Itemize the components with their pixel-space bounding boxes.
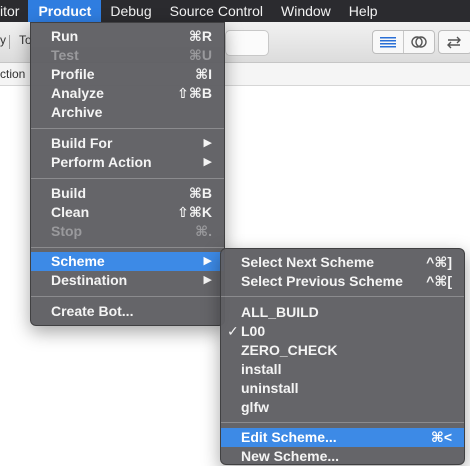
- checkmark-icon: ✓: [227, 323, 239, 339]
- menu-item-label: uninstall: [241, 380, 299, 396]
- menu-item-build[interactable]: Build ⌘B: [31, 184, 224, 203]
- menu-item-scheme-all-build[interactable]: ALL_BUILD: [221, 303, 464, 322]
- submenu-arrow-icon: ▶: [203, 255, 212, 267]
- menu-item-create-bot[interactable]: Create Bot...: [31, 302, 224, 321]
- menu-item-label: ALL_BUILD: [241, 304, 319, 320]
- menu-item-select-previous-scheme[interactable]: Select Previous Scheme ^⌘[: [221, 272, 464, 291]
- menu-item-label: Test: [51, 47, 79, 63]
- menu-item-scheme-glfw[interactable]: glfw: [221, 398, 464, 417]
- menu-item-label: Stop: [51, 223, 83, 239]
- align-lines-icon: [380, 37, 396, 48]
- menu-item-label: Run: [51, 28, 79, 44]
- menu-item-shortcut: ⇧⌘K: [177, 204, 212, 220]
- menu-item-shortcut: ⌘B: [188, 185, 212, 201]
- navigator-text-fragment: ction: [0, 67, 26, 81]
- version-editor-control: [438, 30, 470, 54]
- menu-item-shortcut: ⌘.: [195, 223, 212, 239]
- menu-item-select-next-scheme[interactable]: Select Next Scheme ^⌘]: [221, 253, 464, 272]
- menu-item-scheme-install[interactable]: install: [221, 360, 464, 379]
- toolbar-divider: [9, 35, 10, 49]
- menu-item-shortcut: ⇧⌘B: [177, 85, 212, 101]
- menu-item-new-scheme[interactable]: New Scheme...: [221, 447, 464, 466]
- menu-item-label: Select Previous Scheme: [241, 273, 403, 289]
- version-editor-button[interactable]: [439, 31, 469, 53]
- menu-item-label: Create Bot...: [51, 303, 134, 319]
- submenu-arrow-icon: ▶: [203, 137, 212, 149]
- menu-separator: [221, 422, 464, 423]
- menu-product[interactable]: Product: [28, 0, 102, 22]
- submenu-arrow-icon: ▶: [203, 156, 212, 168]
- assistant-circles-icon: [411, 36, 427, 48]
- menu-item-shortcut: ⌘I: [195, 66, 212, 82]
- menu-item-label: New Scheme...: [241, 448, 340, 464]
- menu-debug[interactable]: Debug: [101, 0, 160, 22]
- menu-source-control[interactable]: Source Control: [161, 0, 272, 22]
- menu-item-label: glfw: [241, 399, 269, 415]
- menu-item-label: Destination: [51, 272, 128, 288]
- standard-editor-button[interactable]: [373, 31, 403, 53]
- menu-item-label: ZERO_CHECK: [241, 342, 338, 358]
- menu-item-scheme[interactable]: Scheme ▶: [31, 252, 224, 271]
- menu-item-scheme-zero-check[interactable]: ZERO_CHECK: [221, 341, 464, 360]
- menu-editor[interactable]: itor: [0, 0, 28, 22]
- menu-item-label: Build For: [51, 135, 113, 151]
- menu-item-perform-action[interactable]: Perform Action ▶: [31, 153, 224, 172]
- menu-item-label: Clean: [51, 204, 90, 220]
- menu-item-destination[interactable]: Destination ▶: [31, 271, 224, 290]
- menu-item-shortcut: ⌘R: [188, 28, 212, 44]
- assistant-editor-button[interactable]: [403, 31, 434, 53]
- menu-item-scheme-uninstall[interactable]: uninstall: [221, 379, 464, 398]
- menu-window[interactable]: Window: [272, 0, 340, 22]
- menu-item-run[interactable]: Run ⌘R: [31, 27, 224, 46]
- swap-arrows-icon: [447, 36, 461, 49]
- menu-item-label: Perform Action: [51, 154, 152, 170]
- menu-item-shortcut: ^⌘[: [426, 273, 452, 289]
- menu-item-archive[interactable]: Archive: [31, 103, 224, 122]
- scheme-submenu: Select Next Scheme ^⌘] Select Previous S…: [220, 248, 465, 465]
- menu-separator: [31, 296, 224, 297]
- menu-item-shortcut: ^⌘]: [426, 254, 452, 270]
- menu-item-label: Archive: [51, 104, 103, 120]
- editor-mode-control: [372, 30, 435, 54]
- menu-bar: itor Product Debug Source Control Window…: [0, 0, 470, 22]
- menu-separator: [31, 247, 224, 248]
- menu-item-build-for[interactable]: Build For ▶: [31, 134, 224, 153]
- submenu-arrow-icon: ▶: [203, 274, 212, 286]
- menu-item-shortcut: ⌘<: [430, 429, 452, 445]
- menu-item-scheme-l00[interactable]: ✓ L00: [221, 322, 464, 341]
- menu-item-analyze[interactable]: Analyze ⇧⌘B: [31, 84, 224, 103]
- menu-separator: [221, 296, 464, 297]
- menu-item-label: Profile: [51, 66, 95, 82]
- menu-item-label: Build: [51, 185, 86, 201]
- menu-item-label: Select Next Scheme: [241, 254, 375, 270]
- menu-item-label: L00: [241, 323, 266, 339]
- activity-view: [225, 30, 269, 56]
- menu-item-label: Scheme: [51, 253, 105, 269]
- menu-item-label: Edit Scheme...: [241, 429, 337, 445]
- menu-help[interactable]: Help: [340, 0, 387, 22]
- menu-item-test: Test ⌘U: [31, 46, 224, 65]
- scheme-selector-fragment[interactable]: y: [0, 33, 6, 47]
- menu-item-label: install: [241, 361, 282, 377]
- menu-item-shortcut: ⌘U: [188, 47, 212, 63]
- menu-item-edit-scheme[interactable]: Edit Scheme... ⌘<: [221, 428, 464, 447]
- menu-item-clean[interactable]: Clean ⇧⌘K: [31, 203, 224, 222]
- menu-separator: [31, 128, 224, 129]
- menu-item-profile[interactable]: Profile ⌘I: [31, 65, 224, 84]
- product-menu: Run ⌘R Test ⌘U Profile ⌘I Analyze ⇧⌘B Ar…: [30, 22, 225, 326]
- menu-item-stop: Stop ⌘.: [31, 222, 224, 241]
- menu-separator: [31, 178, 224, 179]
- menu-item-label: Analyze: [51, 85, 104, 101]
